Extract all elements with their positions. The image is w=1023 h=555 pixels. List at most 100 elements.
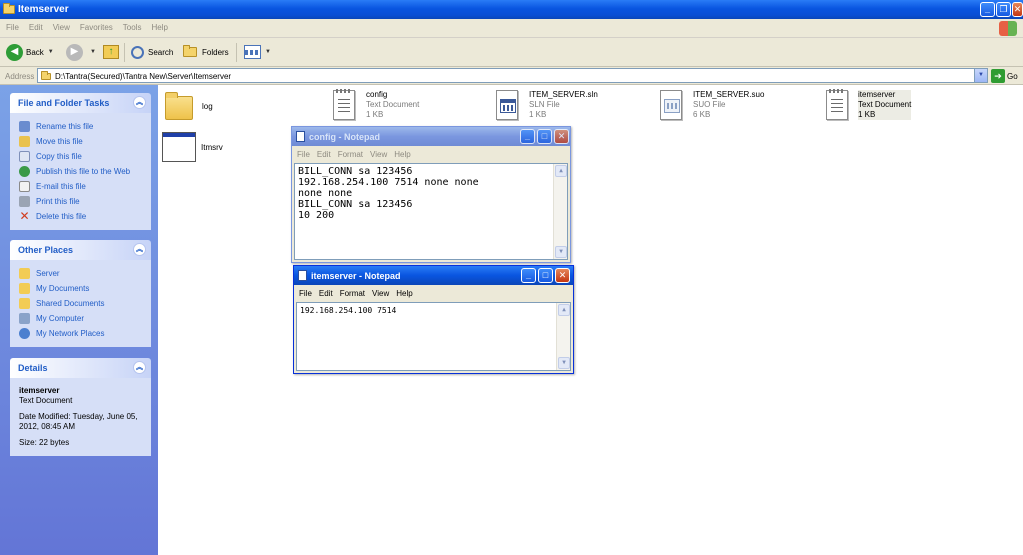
file-item-itmsrv[interactable]: Itmsrv bbox=[162, 132, 223, 162]
file-item-item-server-suo[interactable]: ITEM_SERVER.suo SUO File 6 KB bbox=[660, 90, 764, 120]
notepad-config-window: config - Notepad _ □ ✕ File Edit Format Vie… bbox=[291, 126, 571, 263]
notepad-menu-bar: File Edit Format View Help bbox=[294, 285, 573, 302]
place-my-computer[interactable]: My Computer bbox=[19, 311, 151, 326]
file-item-log[interactable]: log bbox=[165, 92, 213, 120]
menu-tools[interactable]: Tools bbox=[118, 19, 147, 32]
views-button[interactable]: ▼ bbox=[244, 43, 271, 61]
scroll-up-icon[interactable]: ▲ bbox=[555, 165, 567, 177]
task-label: Delete this file bbox=[36, 212, 87, 221]
task-copy[interactable]: Copy this file bbox=[19, 149, 151, 164]
close-button[interactable]: ✕ bbox=[555, 268, 570, 283]
minimize-button[interactable]: _ bbox=[521, 268, 536, 283]
file-size: 1 KB bbox=[366, 110, 384, 119]
scroll-down-icon[interactable]: ▼ bbox=[558, 357, 570, 369]
task-pane: File and Folder Tasks ︽ Rename this file… bbox=[0, 85, 158, 555]
file-name: log bbox=[202, 102, 213, 111]
details-panel: Details ︽ itemserver Text Document Date … bbox=[10, 358, 151, 456]
folders-button[interactable]: Folders bbox=[183, 43, 229, 61]
scroll-up-icon[interactable]: ▲ bbox=[558, 304, 570, 316]
address-path: D:\Tantra(Secured)\Tantra New\Server\Ite… bbox=[55, 72, 232, 81]
panel-header[interactable]: Details ︽ bbox=[10, 358, 151, 378]
vertical-scrollbar[interactable]: ▲ ▼ bbox=[556, 303, 570, 370]
details-modified: Date Modified: Tuesday, June 05, 2012, 0… bbox=[19, 412, 138, 431]
notepad-titlebar[interactable]: config - Notepad _ □ ✕ bbox=[292, 127, 570, 146]
task-email[interactable]: E-mail this file bbox=[19, 179, 151, 194]
notepad-titlebar[interactable]: itemserver - Notepad _ □ ✕ bbox=[294, 266, 573, 285]
panel-header[interactable]: File and Folder Tasks ︽ bbox=[10, 93, 151, 113]
menu-help[interactable]: Help bbox=[146, 19, 172, 32]
collapse-icon[interactable]: ︽ bbox=[133, 243, 146, 256]
menu-help[interactable]: Help bbox=[394, 150, 410, 159]
toolbar-separator bbox=[236, 43, 237, 62]
maximize-button[interactable]: ❐ bbox=[996, 2, 1011, 17]
close-button[interactable]: ✕ bbox=[1012, 2, 1023, 17]
window-titlebar: Itemserver _ ❐ ✕ bbox=[0, 0, 1023, 19]
place-my-network[interactable]: My Network Places bbox=[19, 326, 151, 341]
notepad-itemserver-window: itemserver - Notepad _ □ ✕ File Edit Forma… bbox=[293, 265, 574, 374]
address-input[interactable]: D:\Tantra(Secured)\Tantra New\Server\Ite… bbox=[37, 68, 988, 83]
menu-view[interactable]: View bbox=[48, 19, 75, 32]
menu-bar: File Edit View Favorites Tools Help bbox=[0, 19, 1023, 38]
menu-file[interactable]: File bbox=[0, 19, 24, 32]
up-folder-button[interactable]: ↑ bbox=[103, 43, 119, 61]
scroll-down-icon[interactable]: ▼ bbox=[555, 246, 567, 258]
file-item-itemserver[interactable]: itemserver Text Document 1 KB bbox=[826, 89, 912, 120]
file-name: itemserver bbox=[858, 90, 912, 100]
notepad-text-area[interactable]: 192.168.254.100 7514 ▲ ▼ bbox=[296, 302, 571, 371]
close-button[interactable]: ✕ bbox=[554, 129, 569, 144]
network-icon bbox=[19, 328, 30, 339]
task-publish[interactable]: Publish this file to the Web bbox=[19, 164, 151, 179]
menu-view[interactable]: View bbox=[370, 150, 387, 159]
maximize-button[interactable]: □ bbox=[538, 268, 553, 283]
task-print[interactable]: Print this file bbox=[19, 194, 151, 209]
notepad-text-area[interactable]: BILL_CONN sa 123456 192.168.254.100 7514… bbox=[294, 163, 568, 260]
menu-help[interactable]: Help bbox=[396, 289, 412, 298]
place-my-documents[interactable]: My Documents bbox=[19, 281, 151, 296]
back-arrow-icon: ◀ bbox=[6, 43, 23, 61]
forward-button[interactable]: ▶ ▼ bbox=[66, 43, 96, 61]
task-move[interactable]: Move this file bbox=[19, 134, 151, 149]
globe-icon bbox=[19, 166, 30, 177]
printer-icon bbox=[19, 196, 30, 207]
menu-edit[interactable]: Edit bbox=[319, 289, 333, 298]
notepad-icon bbox=[298, 270, 307, 281]
place-label: Server bbox=[36, 269, 60, 278]
notepad-icon bbox=[296, 131, 305, 142]
panel-header[interactable]: Other Places ︽ bbox=[10, 240, 151, 260]
folder-icon bbox=[165, 92, 193, 120]
menu-file[interactable]: File bbox=[297, 150, 310, 159]
file-type: SUO File bbox=[693, 100, 726, 109]
menu-edit[interactable]: Edit bbox=[317, 150, 331, 159]
task-label: E-mail this file bbox=[36, 182, 86, 191]
suo-file-icon bbox=[660, 90, 682, 120]
chevron-down-icon: ▼ bbox=[47, 49, 54, 55]
collapse-icon[interactable]: ︽ bbox=[133, 361, 146, 374]
maximize-button[interactable]: □ bbox=[537, 129, 552, 144]
menu-format[interactable]: Format bbox=[340, 289, 365, 298]
panel-title: Other Places bbox=[18, 245, 74, 255]
task-rename[interactable]: Rename this file bbox=[19, 119, 151, 134]
menu-file[interactable]: File bbox=[299, 289, 312, 298]
go-button[interactable]: ➔ Go bbox=[991, 69, 1018, 83]
chevron-down-icon[interactable]: ▼ bbox=[974, 69, 987, 82]
minimize-button[interactable]: _ bbox=[520, 129, 535, 144]
shared-folder-icon bbox=[19, 298, 30, 309]
task-label: Publish this file to the Web bbox=[36, 167, 131, 176]
file-item-item-server-sln[interactable]: ITEM_SERVER.sln SLN File 1 KB bbox=[496, 90, 598, 120]
task-delete[interactable]: ✕ Delete this file bbox=[19, 209, 151, 224]
search-button[interactable]: Search bbox=[131, 43, 173, 61]
menu-view[interactable]: View bbox=[372, 289, 389, 298]
back-button[interactable]: ◀ Back ▼ bbox=[6, 43, 54, 61]
collapse-icon[interactable]: ︽ bbox=[133, 96, 146, 109]
minimize-button[interactable]: _ bbox=[980, 2, 995, 17]
menu-edit[interactable]: Edit bbox=[24, 19, 48, 32]
file-size: 1 KB bbox=[529, 110, 547, 119]
folder-icon bbox=[3, 3, 15, 14]
place-server[interactable]: Server bbox=[19, 266, 151, 281]
menu-format[interactable]: Format bbox=[338, 150, 363, 159]
menu-favorites[interactable]: Favorites bbox=[75, 19, 118, 32]
vertical-scrollbar[interactable]: ▲ ▼ bbox=[553, 164, 567, 259]
file-item-config[interactable]: config Text Document 1 KB bbox=[333, 89, 419, 120]
place-shared-documents[interactable]: Shared Documents bbox=[19, 296, 151, 311]
copy-icon bbox=[19, 151, 30, 162]
